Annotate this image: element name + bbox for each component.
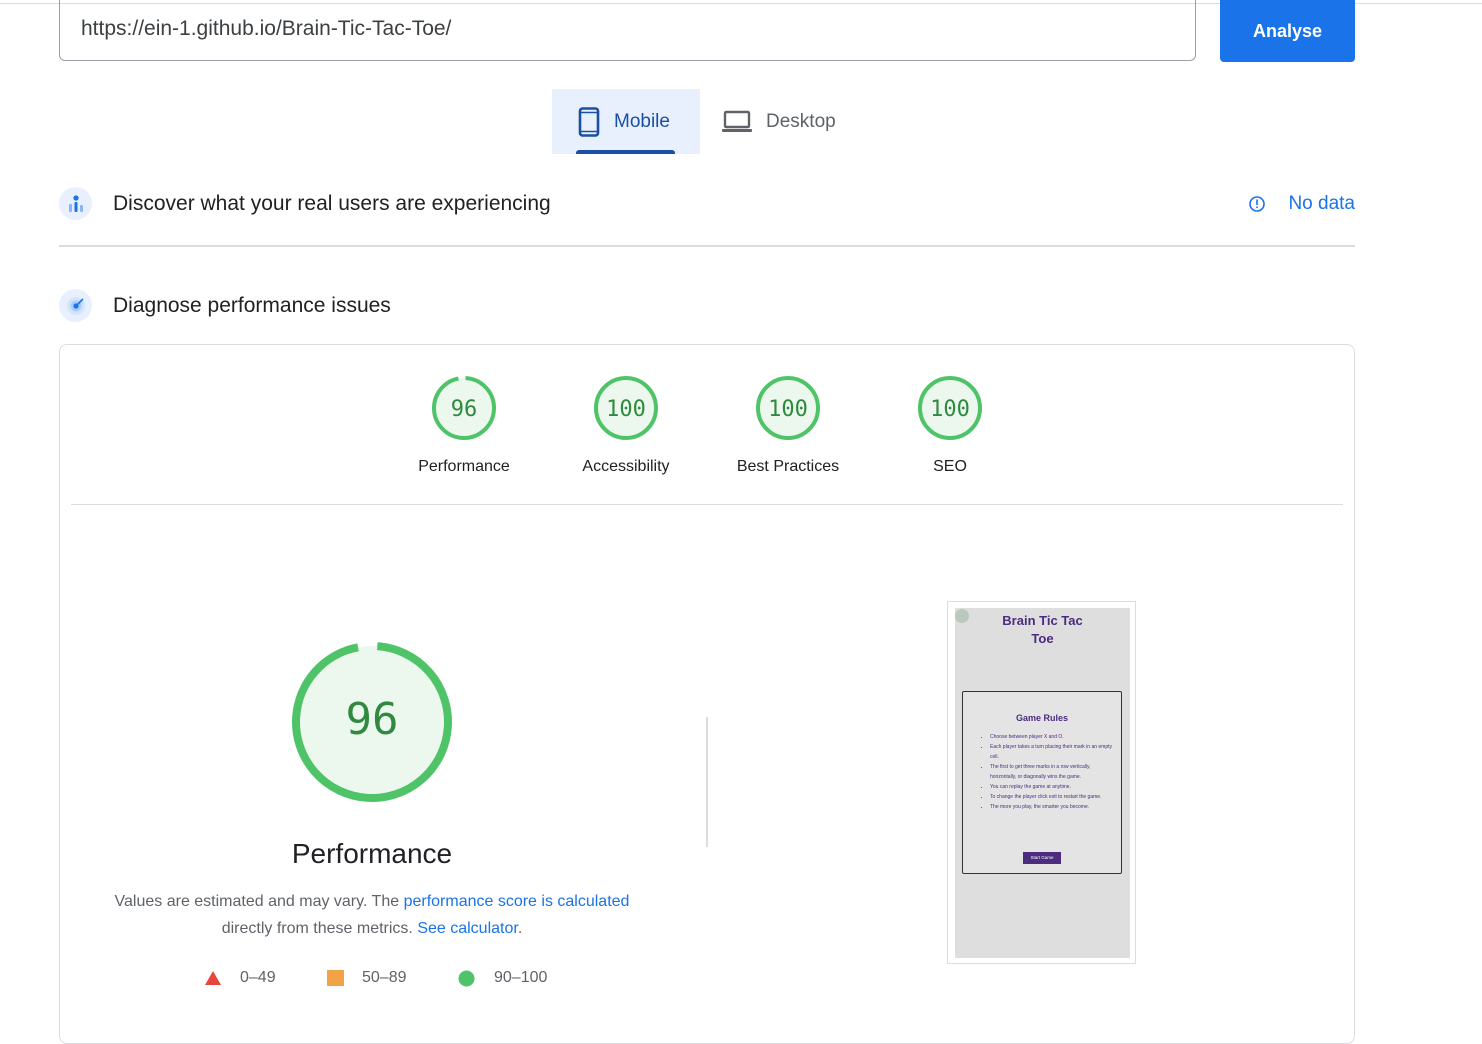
score-value: 100	[930, 397, 970, 422]
score-gauge-accessibility[interactable]: 100 Accessibility	[566, 375, 686, 476]
active-tab-indicator	[576, 150, 675, 154]
tab-mobile-label: Mobile	[614, 110, 670, 132]
url-input[interactable]: https://ein-1.github.io/Brain-Tic-Tac-To…	[59, 0, 1196, 61]
score-label: Accessibility	[582, 458, 670, 475]
users-chart-icon	[59, 187, 92, 220]
legend-fail: 0–49	[204, 969, 276, 987]
screenshot-title-line: Toe	[1031, 631, 1054, 646]
see-calculator-link[interactable]: See calculator	[417, 920, 518, 937]
screenshot-title: Brain Tic Tac Toe	[955, 612, 1130, 648]
score-gauge-performance[interactable]: 96 Performance	[404, 375, 524, 476]
score-calculated-link[interactable]: performance score is calculated	[404, 893, 630, 910]
phone-icon	[578, 106, 600, 137]
legend-range: 90–100	[494, 969, 548, 986]
rule-item: The more you play, the smarter you becom…	[990, 802, 1115, 812]
performance-gauge-large: 96	[290, 640, 454, 809]
no-data-label: No data	[1288, 192, 1355, 214]
analyse-button[interactable]: Analyse	[1220, 0, 1355, 62]
score-value: 100	[606, 397, 646, 422]
target-gauge-icon	[59, 289, 92, 322]
triangle-icon	[205, 971, 221, 985]
rule-item: Each player takes a turn placing their m…	[990, 742, 1115, 762]
circle-icon	[458, 970, 475, 986]
info-icon	[1248, 195, 1266, 213]
score-note: Values are estimated and may vary. The p…	[92, 888, 652, 942]
diagnose-title: Diagnose performance issues	[113, 293, 391, 317]
legend-pass: 90–100	[458, 969, 547, 987]
rule-item: The first to get three marks in a row ve…	[990, 762, 1115, 782]
performance-score-value: 96	[346, 694, 399, 745]
legend-range: 0–49	[240, 969, 276, 986]
score-value: 100	[768, 397, 808, 422]
rules-title: Game Rules	[1015, 713, 1069, 723]
score-label: SEO	[933, 458, 967, 475]
tab-desktop-label: Desktop	[766, 110, 836, 132]
score-gauge-seo[interactable]: 100 SEO	[890, 375, 1010, 476]
legend-range: 50–89	[362, 969, 407, 986]
legend-average: 50–89	[327, 969, 407, 987]
no-data-indicator[interactable]: No data	[1248, 193, 1355, 215]
field-data-row: Discover what your real users are experi…	[59, 187, 1355, 220]
note-text: .	[517, 920, 523, 937]
screenshot-title-line: Brain Tic Tac	[1002, 613, 1083, 628]
rule-item: Choose between player X and O.	[990, 732, 1115, 742]
tab-mobile[interactable]: Mobile	[552, 89, 700, 154]
card-divider	[71, 504, 1343, 505]
diagnose-row: Diagnose performance issues	[59, 289, 1355, 322]
score-value: 96	[451, 397, 478, 422]
score-label: Performance	[418, 458, 510, 475]
game-rules-box: Game Rules Choose between player X and O…	[962, 691, 1122, 874]
field-data-title: Discover what your real users are experi…	[113, 191, 551, 215]
square-icon	[327, 969, 344, 986]
rules-list: Choose between player X and O. Each play…	[963, 732, 1121, 812]
score-gauge-best-practices[interactable]: 100 Best Practices	[728, 375, 848, 476]
laptop-icon	[722, 110, 752, 134]
vertical-separator	[706, 717, 708, 847]
note-text: directly from these metrics.	[221, 920, 418, 937]
performance-title: Performance	[291, 838, 453, 869]
page-screenshot[interactable]: Brain Tic Tac Toe Game Rules Choose betw…	[955, 608, 1130, 958]
score-label: Best Practices	[736, 458, 840, 475]
tab-desktop[interactable]: Desktop	[720, 89, 860, 154]
section-divider	[59, 245, 1355, 247]
note-text: Values are estimated and may vary. The	[114, 893, 404, 910]
rule-item: To change the player click exit to resta…	[990, 792, 1115, 802]
rule-item: You can replay the game at anytime.	[990, 782, 1115, 792]
start-game-button: Start Game	[1023, 852, 1061, 864]
